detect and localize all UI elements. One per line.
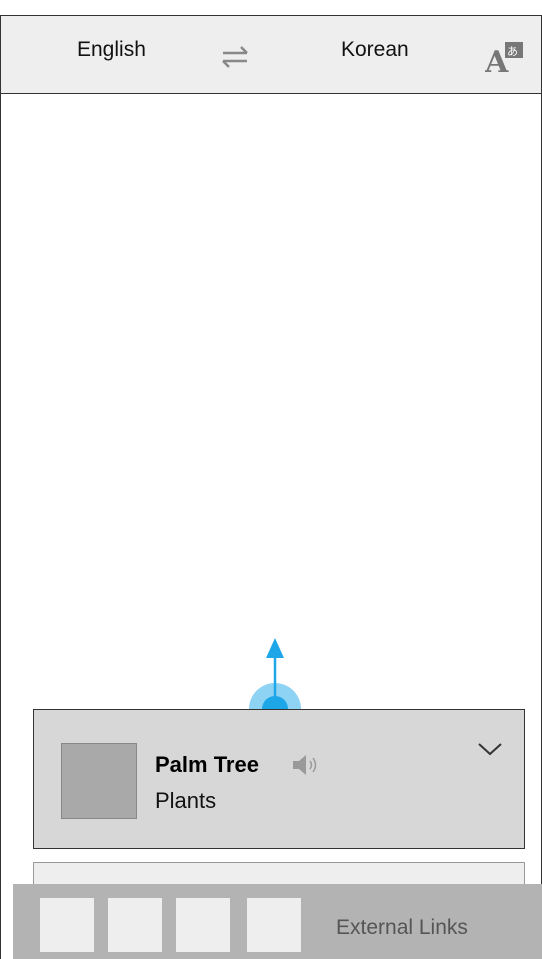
language-bar: English Korean A あ (0, 15, 542, 94)
link-tile-3[interactable] (176, 898, 230, 952)
link-tile-2[interactable] (108, 898, 162, 952)
speaker-icon[interactable] (291, 753, 325, 777)
link-tile-1[interactable] (40, 898, 94, 952)
result-title: Palm Tree (155, 752, 259, 777)
chevron-down-icon[interactable] (476, 740, 504, 758)
swap-arrows-icon[interactable] (219, 44, 251, 70)
external-links-label[interactable]: External Links (336, 916, 468, 940)
svg-text:あ: あ (507, 45, 518, 58)
link-tile-4[interactable] (247, 898, 301, 952)
result-thumbnail (61, 743, 137, 819)
result-category: Plants (155, 788, 217, 813)
translate-icon[interactable]: A あ (485, 40, 525, 76)
result-card[interactable]: Palm Tree Plants (33, 709, 525, 849)
target-language[interactable]: Korean (341, 38, 409, 62)
bottom-bar: External Links (13, 884, 542, 959)
source-language[interactable]: English (77, 38, 146, 62)
